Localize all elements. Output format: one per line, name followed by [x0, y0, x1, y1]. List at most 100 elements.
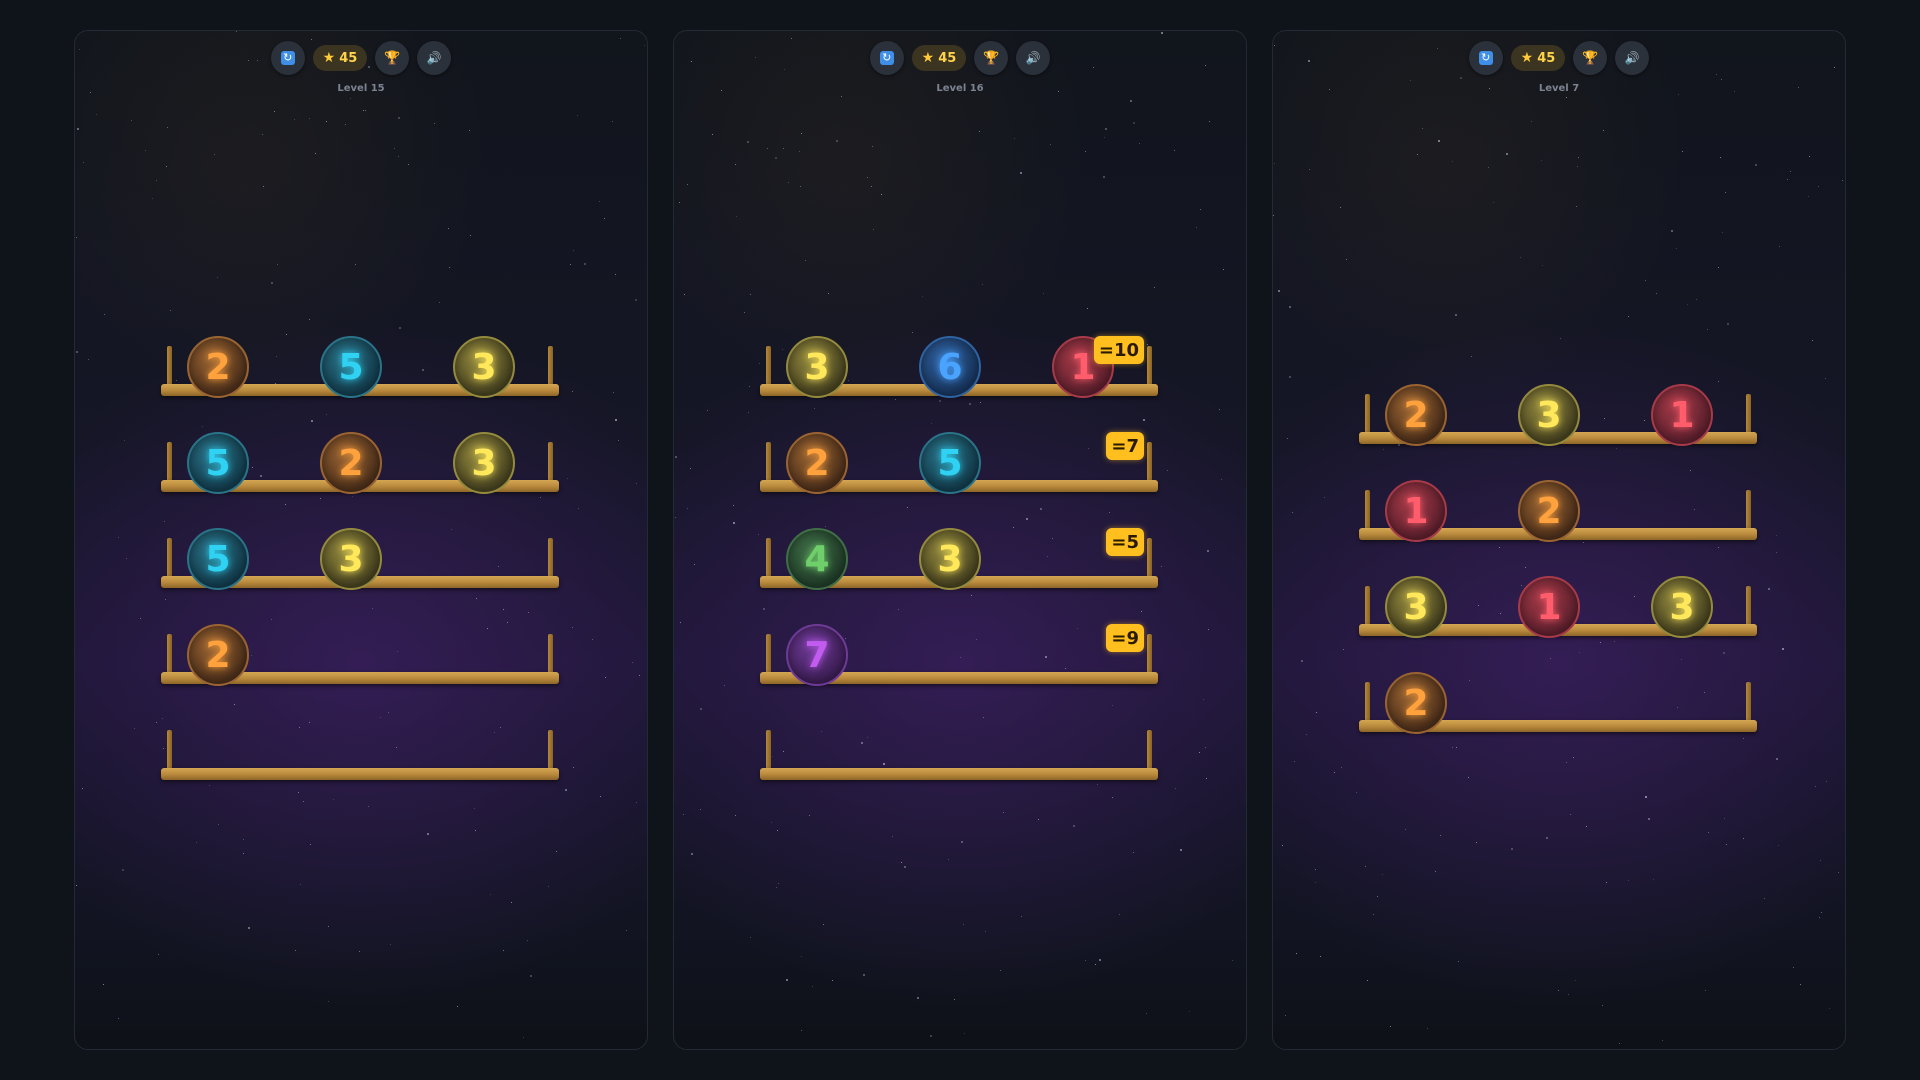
star-dot — [372, 608, 373, 609]
star-dot — [1653, 879, 1654, 880]
star-dot — [901, 862, 902, 863]
sound-button[interactable]: 🔊 — [1016, 41, 1051, 75]
number-ball[interactable]: 2 — [187, 624, 249, 686]
star-dot — [841, 96, 842, 97]
shelf[interactable]: 4 3 =5 — [760, 528, 1158, 590]
number-ball[interactable]: 3 — [320, 528, 382, 590]
star-dot — [1119, 914, 1120, 915]
shelf[interactable]: 2 5 3 — [161, 336, 559, 398]
shelf[interactable]: 3 6 1 =10 — [760, 336, 1158, 398]
star-dot — [355, 264, 356, 265]
number-ball[interactable]: 1 — [1518, 576, 1580, 638]
shelf-post-left — [1365, 586, 1370, 626]
shelf[interactable]: 2 3 1 — [1359, 384, 1757, 446]
star-dot — [328, 1001, 329, 1002]
number-ball[interactable]: 2 — [1385, 672, 1447, 734]
star-dot — [1550, 658, 1551, 659]
shelf[interactable] — [161, 720, 559, 780]
star-dot — [271, 619, 272, 620]
star-dot — [394, 148, 395, 149]
number-ball[interactable]: 1 — [1651, 384, 1713, 446]
star-dot — [604, 218, 605, 219]
star-dot — [687, 508, 688, 509]
star-dot — [1383, 449, 1384, 450]
star-dot — [1196, 227, 1197, 228]
refresh-button[interactable]: ↻ — [1468, 41, 1503, 75]
star-dot — [570, 264, 571, 265]
number-ball[interactable]: 4 — [786, 528, 848, 590]
number-ball[interactable]: 5 — [320, 336, 382, 398]
number-ball[interactable]: 2 — [1385, 384, 1447, 446]
number-ball[interactable]: 3 — [453, 432, 515, 494]
star-dot — [1301, 660, 1303, 662]
star-dot — [620, 38, 621, 39]
shelf[interactable]: 7 =9 — [760, 624, 1158, 686]
shelf[interactable]: 5 2 3 — [161, 432, 559, 494]
refresh-button[interactable]: ↻ — [869, 41, 904, 75]
number-ball[interactable]: 6 — [919, 336, 981, 398]
number-ball[interactable]: 3 — [1518, 384, 1580, 446]
trophy-button[interactable]: 🏆 — [375, 41, 410, 75]
star-dot — [1200, 209, 1201, 210]
star-dot — [1727, 323, 1729, 325]
shelf-post-right — [1147, 442, 1152, 482]
star-dot — [605, 677, 606, 678]
star-dot — [1316, 712, 1317, 713]
star-dot — [1815, 786, 1816, 787]
shelf[interactable]: 53 — [161, 528, 559, 590]
star-dot — [345, 124, 346, 125]
star-dot — [277, 264, 278, 265]
star-dot — [1203, 699, 1204, 700]
number-ball[interactable]: 3 — [786, 336, 848, 398]
number-ball[interactable]: 2 — [1518, 480, 1580, 542]
star-dot — [750, 937, 751, 938]
star-dot — [303, 801, 304, 802]
shelf-post-right — [1746, 682, 1751, 722]
shelf[interactable]: 2 — [161, 624, 559, 686]
number-ball[interactable]: 5 — [187, 528, 249, 590]
star-dot — [167, 127, 168, 128]
star-dot — [1829, 1008, 1830, 1009]
star-dot — [298, 792, 299, 793]
shelf[interactable]: 3 1 3 — [1359, 576, 1757, 638]
shelf[interactable]: 12 — [1359, 480, 1757, 542]
star-dot — [300, 884, 301, 885]
star-dot — [1566, 762, 1567, 763]
shelf[interactable] — [760, 720, 1158, 780]
star-dot — [801, 1030, 802, 1031]
star-dot — [1583, 542, 1584, 543]
sound-button[interactable]: 🔊 — [1615, 41, 1650, 75]
star-dot — [217, 277, 218, 278]
star-dot — [359, 951, 360, 952]
trophy-button[interactable]: 🏆 — [974, 41, 1009, 75]
star-dot — [983, 717, 984, 718]
trophy-icon: 🏆 — [384, 50, 401, 66]
number-ball[interactable]: 3 — [919, 528, 981, 590]
number-ball[interactable]: 2 — [786, 432, 848, 494]
star-dot — [399, 327, 401, 329]
refresh-button[interactable]: ↻ — [270, 41, 305, 75]
star-dot — [1109, 512, 1110, 513]
star-dot — [475, 830, 476, 831]
number-ball[interactable]: 2 — [187, 336, 249, 398]
shelf[interactable]: 2 — [1359, 672, 1757, 734]
star-dot — [1373, 914, 1374, 915]
number-ball[interactable]: 1 — [1385, 480, 1447, 542]
star-dot — [1573, 757, 1574, 758]
star-dot — [83, 162, 84, 163]
number-ball[interactable]: 2 — [320, 432, 382, 494]
sound-button[interactable]: 🔊 — [417, 41, 452, 75]
number-ball[interactable]: 7 — [786, 624, 848, 686]
shelf-post-right — [1147, 634, 1152, 674]
star-dot — [1614, 641, 1615, 642]
number-ball[interactable]: 5 — [187, 432, 249, 494]
number-ball[interactable]: 3 — [453, 336, 515, 398]
number-ball[interactable]: 5 — [919, 432, 981, 494]
star-dot — [1014, 138, 1015, 139]
star-dot — [1174, 150, 1175, 151]
number-ball[interactable]: 3 — [1385, 576, 1447, 638]
trophy-button[interactable]: 🏆 — [1573, 41, 1608, 75]
star-dot — [1776, 552, 1777, 553]
shelf[interactable]: 2 5 =7 — [760, 432, 1158, 494]
number-ball[interactable]: 3 — [1651, 576, 1713, 638]
